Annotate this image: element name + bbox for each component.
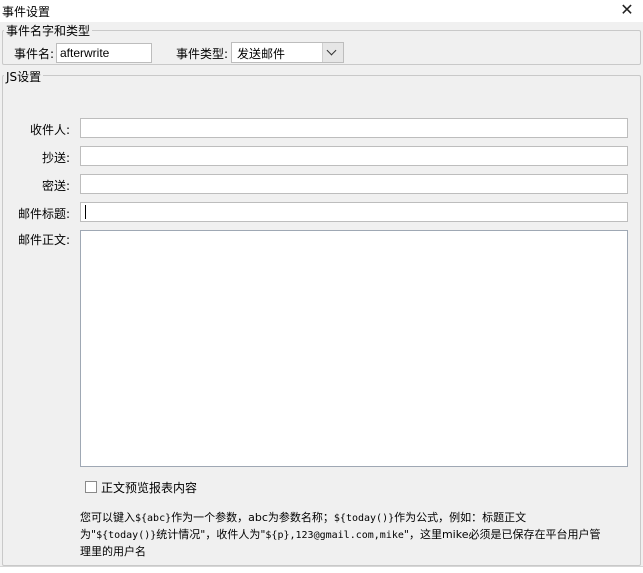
preview-checkbox-label[interactable]: 正文预览报表内容 — [101, 479, 197, 496]
help-line-3: 理里的用户名 — [80, 545, 146, 558]
cc-input[interactable] — [80, 146, 628, 166]
text-caret — [85, 205, 86, 219]
chevron-down-icon — [326, 45, 337, 56]
js-group-legend: JS设置 — [4, 68, 44, 85]
title-bar — [0, 0, 643, 22]
event-type-dropdown-button[interactable] — [322, 43, 343, 62]
subject-input[interactable] — [80, 202, 628, 222]
event-group-legend: 事件名字和类型 — [4, 22, 93, 39]
body-label: 邮件正文: — [17, 233, 70, 247]
bcc-input[interactable] — [80, 174, 628, 194]
close-icon[interactable]: ✕ — [617, 1, 637, 19]
event-type-value: 发送邮件 — [237, 47, 286, 61]
event-name-label: 事件名: — [14, 47, 55, 61]
help-line-2: 为"${today()}统计情况"，收件人为"${p},123@gmail.co… — [80, 528, 601, 541]
to-label: 收件人: — [29, 123, 70, 137]
help-line-1: 您可以键入${abc}作为一个参数，abc为参数名称；${today()}作为公… — [80, 511, 527, 524]
window-title: 事件设置 — [2, 5, 51, 19]
event-type-label: 事件类型: — [176, 47, 229, 61]
event-name-input[interactable]: afterwrite — [56, 43, 152, 63]
preview-checkbox[interactable] — [85, 481, 97, 493]
event-type-select[interactable]: 发送邮件 — [231, 42, 344, 63]
body-textarea[interactable] — [80, 230, 628, 467]
help-text: 您可以键入${abc}作为一个参数，abc为参数名称；${today()}作为公… — [80, 510, 600, 560]
subject-label: 邮件标题: — [17, 207, 70, 221]
to-input[interactable] — [80, 118, 628, 138]
bcc-label: 密送: — [41, 179, 70, 193]
cc-label: 抄送: — [41, 151, 70, 165]
